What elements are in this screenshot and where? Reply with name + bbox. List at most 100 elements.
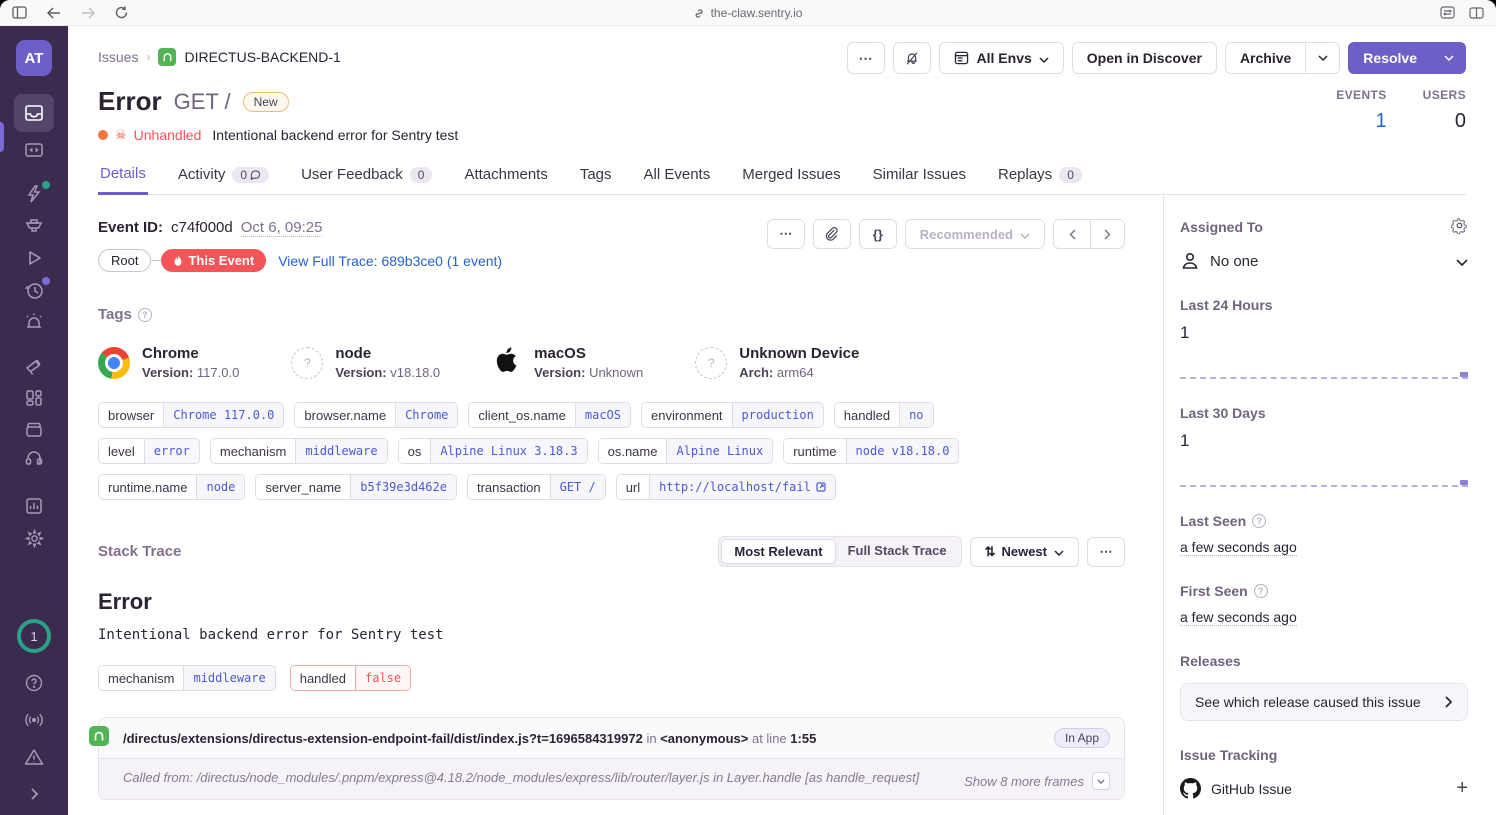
mute-button[interactable] [893, 42, 931, 74]
sidebar-item-releases[interactable] [14, 415, 54, 445]
this-event-pill[interactable]: This Event [161, 249, 266, 272]
view-full-trace-link[interactable]: View Full Trace: 689b3ce0 (1 event) [278, 253, 502, 269]
tab-replays[interactable]: Replays0 [996, 157, 1084, 194]
tag-pill[interactable]: server_nameb5f39e3d462e [255, 474, 457, 500]
archive-dropdown-button[interactable] [1306, 42, 1340, 74]
tag-pill[interactable]: browser.nameChrome [294, 402, 458, 428]
org-avatar[interactable]: AT [16, 40, 52, 76]
sidebar-item-settings[interactable] [14, 523, 54, 553]
all-envs-dropdown[interactable]: All Envs [939, 42, 1064, 74]
context-card-browser[interactable]: ChromeVersion: 117.0.0 [98, 343, 239, 382]
last-seen-value[interactable]: a few seconds ago [1180, 539, 1297, 556]
event-id-value[interactable]: c74f000d [171, 219, 233, 236]
back-icon[interactable] [47, 7, 61, 19]
event-date[interactable]: Oct 6, 09:25 [241, 219, 323, 237]
project-icon [158, 48, 176, 66]
stack-sort-dropdown[interactable]: ⇅Newest [970, 537, 1079, 567]
github-issue-label[interactable]: GitHub Issue [1211, 781, 1292, 797]
add-github-issue-button[interactable]: + [1456, 777, 1468, 800]
trace-connector [151, 260, 161, 261]
tag-pill[interactable]: os.nameAlpine Linux [598, 438, 774, 464]
tab-tags[interactable]: Tags [578, 157, 614, 194]
event-details-content: Event ID: c74f000d Oct 6, 09:25 Root Thi… [68, 195, 1163, 815]
first-seen-value[interactable]: a few seconds ago [1180, 609, 1297, 626]
called-from-text: Called from: /directus/node_modules/.pnp… [123, 768, 919, 790]
tab-details[interactable]: Details [98, 157, 148, 195]
prev-event-button[interactable] [1053, 219, 1091, 249]
tag-pill[interactable]: client_os.namemacOS [468, 402, 631, 428]
help-icon[interactable] [14, 668, 54, 698]
last-30d-sparkline [1180, 477, 1468, 487]
sidebar-item-stats[interactable] [14, 491, 54, 521]
archive-button[interactable]: Archive [1225, 42, 1306, 74]
next-event-button[interactable] [1091, 219, 1125, 249]
tab-attachments[interactable]: Attachments [462, 157, 549, 194]
sidebar-item-performance[interactable] [14, 179, 54, 209]
reload-icon[interactable] [115, 6, 128, 19]
handled-pill[interactable]: handledfalse [290, 665, 411, 691]
stack-frame-header[interactable]: /directus/extensions/directus-extension-… [99, 718, 1124, 758]
service-status-icon[interactable] [14, 742, 54, 772]
sidebar-item-discover[interactable] [14, 351, 54, 381]
tag-pill[interactable]: mechanismmiddleware [210, 438, 388, 464]
tag-pill[interactable]: transactionGET / [467, 474, 606, 500]
collapse-sidebar-icon[interactable] [14, 779, 54, 809]
assignee-selector[interactable]: No one [1180, 251, 1468, 271]
tab-merged-issues[interactable]: Merged Issues [740, 157, 842, 194]
assignment-settings-gear-icon[interactable] [1451, 217, 1468, 237]
tag-pill[interactable]: environmentproduction [641, 402, 824, 428]
open-in-discover-button[interactable]: Open in Discover [1072, 42, 1217, 74]
tag-pill[interactable]: browserChrome 117.0.0 [98, 402, 284, 428]
tag-pill[interactable]: levelerror [98, 438, 200, 464]
most-relevant-toggle[interactable]: Most Relevant [721, 539, 835, 564]
resolve-dropdown-button[interactable] [1432, 42, 1466, 74]
sidebar-item-dashboards[interactable] [14, 383, 54, 413]
stack-more-button[interactable]: ⋯ [1087, 537, 1125, 567]
attachments-button[interactable] [813, 219, 851, 249]
frame-line: 1:55 [790, 731, 816, 746]
page-translate-icon[interactable] [1440, 6, 1455, 19]
sidebar-item-crons[interactable] [14, 275, 54, 305]
context-card-runtime[interactable]: ? nodeVersion: v18.18.0 [291, 343, 440, 382]
events-count[interactable]: 1 [1336, 110, 1386, 133]
breadcrumb-issues-link[interactable]: Issues [98, 49, 138, 65]
context-card-os[interactable]: macOSVersion: Unknown [492, 343, 643, 382]
last-24h-sparkline [1180, 369, 1468, 379]
tag-pill[interactable]: runtimenode v18.18.0 [783, 438, 959, 464]
split-view-icon[interactable] [1469, 7, 1484, 19]
mechanism-pill[interactable]: mechanismmiddleware [98, 665, 276, 691]
tags-help-icon[interactable]: ? [138, 308, 152, 322]
sidebar-item-profiling[interactable] [14, 211, 54, 241]
trace-root-pill[interactable]: Root [98, 249, 151, 272]
context-card-device[interactable]: ? Unknown DeviceArch: arm64 [695, 343, 859, 382]
tab-activity[interactable]: Activity0 [176, 157, 271, 194]
tag-pill[interactable]: runtime.namenode [98, 474, 245, 500]
tab-user-feedback[interactable]: User Feedback0 [299, 157, 434, 194]
tag-pill[interactable]: osAlpine Linux 3.18.3 [398, 438, 588, 464]
tab-all-events[interactable]: All Events [642, 157, 713, 194]
resolve-button[interactable]: Resolve [1348, 42, 1432, 74]
recommended-dropdown[interactable]: Recommended [905, 219, 1045, 249]
release-cause-button[interactable]: See which release caused this issue [1180, 683, 1468, 721]
first-seen-help-icon[interactable]: ? [1254, 584, 1268, 598]
tab-similar-issues[interactable]: Similar Issues [871, 157, 968, 194]
expand-frames-button[interactable] [1092, 772, 1110, 790]
sidebar-toggle-icon[interactable] [12, 6, 27, 19]
sidebar-item-alerts[interactable] [14, 307, 54, 337]
forward-icon[interactable] [81, 7, 95, 19]
show-more-frames-label[interactable]: Show 8 more frames [964, 774, 1084, 789]
whats-new-icon[interactable] [14, 705, 54, 735]
address-bar[interactable]: the-claw.sentry.io [694, 0, 803, 26]
sidebar-item-user-feedback[interactable] [14, 447, 54, 477]
json-button[interactable]: {} [859, 219, 897, 249]
sidebar-item-issues[interactable] [14, 94, 54, 132]
more-actions-button[interactable]: ⋯ [847, 42, 885, 74]
onboarding-progress-ring[interactable]: 1 [17, 619, 51, 653]
sidebar-item-replays[interactable] [14, 243, 54, 273]
tag-pill[interactable]: handledno [834, 402, 934, 428]
sidebar-item-projects[interactable] [14, 135, 54, 165]
full-stack-trace-toggle[interactable]: Full Stack Trace [836, 539, 959, 564]
event-more-button[interactable]: ⋯ [767, 219, 805, 249]
last-seen-help-icon[interactable]: ? [1252, 514, 1266, 528]
tag-pill-url[interactable]: urlhttp://localhost/fail [616, 474, 836, 500]
